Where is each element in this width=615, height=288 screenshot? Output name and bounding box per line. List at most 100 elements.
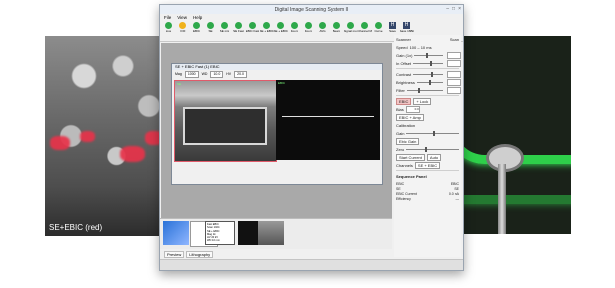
toolbar-button[interactable]: Live xyxy=(162,21,175,33)
toolbar-button-label: SE + EBIC Fast xyxy=(259,29,274,33)
play-icon xyxy=(249,22,256,29)
calibration-label: Calibration xyxy=(396,122,416,128)
gain-slider[interactable] xyxy=(414,52,443,58)
toolbar-button[interactable]: SE + EBIC Fast xyxy=(259,21,274,33)
table-key: Efficiency xyxy=(396,197,411,201)
filter-slider[interactable] xyxy=(406,87,443,93)
play-icon xyxy=(207,22,214,29)
zero-label: Zero xyxy=(396,146,405,152)
menu-file[interactable]: File xyxy=(164,15,171,20)
save-button[interactable]: H Save 16Bit xyxy=(399,21,414,33)
ebic-overlay-blob xyxy=(120,146,145,162)
toolbar-button[interactable]: EBIC Fast xyxy=(246,21,259,33)
toolbar-button[interactable]: SE mix xyxy=(218,21,231,33)
se-image-panel[interactable]: SE xyxy=(174,80,277,162)
channels-label: Channels xyxy=(396,162,413,168)
offset-slider[interactable] xyxy=(413,60,443,66)
gain2-slider[interactable] xyxy=(406,130,459,136)
maximize-button[interactable]: □ xyxy=(452,6,455,12)
table-row: Efficiency — xyxy=(396,197,459,202)
toolbar-button[interactable]: Zoom xyxy=(302,21,315,33)
minimize-button[interactable]: – xyxy=(446,6,449,12)
thumbnail[interactable] xyxy=(163,221,189,245)
lock-button[interactable]: + Lock xyxy=(413,97,432,105)
toolbar-button[interactable]: Channel Mixer xyxy=(357,21,372,33)
toolbar-button-label: Signal monitor xyxy=(343,29,358,33)
gain-input[interactable] xyxy=(447,51,461,59)
toolbar-button-label: SE Fast xyxy=(233,29,244,33)
contrast-slider[interactable] xyxy=(413,71,443,77)
contrast-label: Contrast xyxy=(396,71,412,77)
toolbar-button-label: Beam xyxy=(332,29,341,33)
play-icon xyxy=(179,22,186,29)
toolbar-button[interactable]: SE + EBIC pixel xyxy=(273,21,288,33)
bias-input[interactable]: 0.0 xyxy=(405,105,420,113)
toolbar-button-label: Channel Mixer xyxy=(357,29,372,33)
play-icon xyxy=(263,22,270,29)
toolbar-button[interactable]: FOF xyxy=(176,21,189,33)
toolbar-button[interactable]: Signal monitor xyxy=(343,21,358,33)
toolbar-button-label: EBIC xyxy=(192,29,200,33)
ebic-amp-button[interactable]: EBIC + Amp xyxy=(396,113,424,121)
zero-slider[interactable] xyxy=(406,146,459,152)
toolbar-button[interactable]: SE xyxy=(204,21,217,33)
mag-field[interactable]: 1000 xyxy=(184,70,199,78)
scan-window-toolbar: Mag 1000 WD 10.0 HV 20.0 xyxy=(172,70,382,78)
ebic-button[interactable]: EBIC xyxy=(396,97,412,105)
tab-lithography[interactable]: Lithography xyxy=(186,250,214,258)
divider xyxy=(396,95,459,96)
mag-label: Mag xyxy=(175,72,182,76)
ebic-gain-button[interactable]: Ebic Gain xyxy=(396,137,420,145)
toolbar-button[interactable]: Beam xyxy=(330,21,343,33)
close-button[interactable]: × xyxy=(458,6,461,12)
menu-help[interactable]: Help xyxy=(193,15,202,20)
toolbar-button[interactable]: AVG xyxy=(316,21,329,33)
toolbar-button-label: Save 16Bit xyxy=(399,29,414,33)
brightness-slider[interactable] xyxy=(416,79,443,85)
menu-view[interactable]: View xyxy=(177,15,187,20)
play-icon xyxy=(277,22,284,29)
toolbar-button[interactable]: Curve xyxy=(372,21,385,33)
filter-input[interactable] xyxy=(447,86,461,94)
tab-preview[interactable]: Preview xyxy=(164,250,185,258)
title-bar: Digital Image Scanning System II – □ × xyxy=(160,5,463,14)
image-workspace: SE + EBIC Fast (1) EBIC Mag 1000 WD 10.0… xyxy=(161,43,392,218)
brightness-input[interactable] xyxy=(447,78,461,86)
contrast-input[interactable] xyxy=(447,70,461,78)
panel-tab-scanner[interactable]: Scanner xyxy=(396,37,411,42)
offset-input[interactable] xyxy=(447,59,461,67)
speed-value[interactable]: 100 – 10 ms xyxy=(410,45,432,50)
probe-wire xyxy=(498,164,506,234)
play-icon xyxy=(291,22,298,29)
toolbar-button[interactable]: EBIC xyxy=(190,21,203,33)
bias-label: Bias xyxy=(396,106,404,112)
speed-label: Speed xyxy=(396,44,408,50)
play-icon xyxy=(333,22,340,29)
auto-button[interactable]: Auto xyxy=(426,153,442,161)
se-tag: SE xyxy=(177,82,182,86)
divider xyxy=(396,170,459,171)
play-icon xyxy=(235,22,242,29)
ebic-tag: EBIC xyxy=(278,81,286,85)
toolbar-button-label: Curve xyxy=(374,29,383,33)
wd-field[interactable]: 10.0 xyxy=(210,70,224,78)
toolbar-button-label: Zoom xyxy=(304,29,313,33)
toolbar-button-label: Live xyxy=(165,29,172,33)
save-button[interactable]: H Save xyxy=(386,21,399,33)
gain-label: Gain (1x) xyxy=(396,52,413,58)
panel-tab-scan[interactable]: Scan xyxy=(450,37,459,42)
table-value: — xyxy=(455,197,460,201)
toolbar-button-label: SE xyxy=(208,29,213,33)
ebic-overlay-blob xyxy=(50,136,70,150)
toolbar-button-label: SE + EBIC pixel xyxy=(273,29,288,33)
thumbnail[interactable] xyxy=(258,221,284,245)
toolbar-button[interactable]: Zoom xyxy=(288,21,301,33)
gain2-label: Gain xyxy=(396,130,405,136)
channels-button[interactable]: SE + EBIC xyxy=(414,161,441,169)
hv-field[interactable]: 20.0 xyxy=(234,70,247,78)
toolbar-button[interactable]: SE Fast xyxy=(232,21,245,33)
ebic-overlay-blob xyxy=(80,131,95,142)
ebic-image-panel[interactable]: EBIC xyxy=(276,80,380,160)
offset-label: In Offset xyxy=(396,60,412,66)
start-current-button[interactable]: Start Current xyxy=(396,153,425,161)
